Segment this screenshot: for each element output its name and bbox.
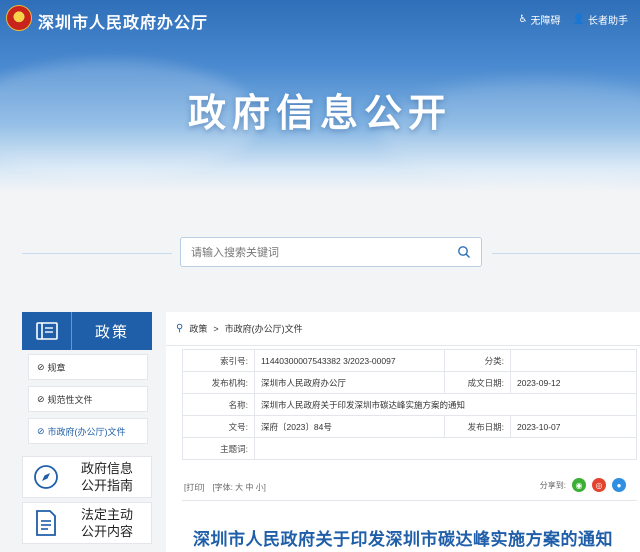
sidebar-block-line: 法定主动 xyxy=(80,507,133,522)
sidebar-block-guide[interactable]: 政府信息 公开指南 xyxy=(22,456,152,498)
sidebar-item-normative-docs[interactable]: ⊘ 规范性文件 xyxy=(28,386,148,412)
sidebar-block-line: 政府信息 xyxy=(80,461,133,476)
meta-label: 文号: xyxy=(182,415,255,438)
sidebar-item-label: 规范性文件 xyxy=(47,394,93,405)
sidebar-block-content[interactable]: 法定主动 公开内容 xyxy=(22,502,152,544)
link-icon: ⊘ xyxy=(37,393,45,404)
search-box xyxy=(180,237,482,267)
table-row: 主题词: xyxy=(182,437,637,460)
meta-label: 发布机构: xyxy=(182,371,255,394)
page-title: 政府信息公开 xyxy=(187,93,452,135)
meta-value xyxy=(510,349,637,372)
table-row: 索引号: 11440300007543382 3/2023-00097 分类: xyxy=(182,349,637,372)
breadcrumb-current[interactable]: 市政府(办公厅)文件 xyxy=(225,322,303,335)
meta-label: 成文日期: xyxy=(444,371,511,394)
elder-icon: 👤 xyxy=(572,14,585,25)
top-tools: ♿ 无障碍 👤 长者助手 xyxy=(519,12,628,27)
sidebar-block-line: 公开内容 xyxy=(80,524,133,539)
location-pin-icon: ⚲ xyxy=(176,323,184,334)
meta-value: 深圳市人民政府关于印发深圳市碳达峰实施方案的通知 xyxy=(254,393,637,416)
print-button[interactable]: [打印] xyxy=(184,482,204,493)
meta-label: 名称: xyxy=(182,393,255,416)
elder-mode-button[interactable]: 👤 长者助手 xyxy=(573,12,628,27)
book-icon xyxy=(22,312,72,350)
table-row: 发布机构: 深圳市人民政府办公厅 成文日期: 2023-09-12 xyxy=(182,371,637,394)
breadcrumb: ⚲ 政策 > 市政府(办公厅)文件 xyxy=(166,312,640,346)
sidebar-item-label: 市政府(办公厅)文件 xyxy=(47,426,126,437)
share-label: 分享到: xyxy=(539,480,566,490)
elder-mode-label: 长者助手 xyxy=(588,16,628,27)
meta-value: 深圳市人民政府办公厅 xyxy=(254,371,445,394)
meta-value: 11440300007543382 3/2023-00097 xyxy=(254,349,445,372)
sidebar-block-label: 法定主动 公开内容 xyxy=(69,506,151,540)
qq-icon[interactable]: ● xyxy=(612,478,626,492)
wechat-icon[interactable]: ◉ xyxy=(572,478,586,492)
national-emblem-icon xyxy=(6,5,32,31)
document-icon xyxy=(23,510,69,536)
weibo-icon[interactable]: ◎ xyxy=(592,478,606,492)
meta-value: 2023-09-12 xyxy=(510,371,637,394)
search-decor-line xyxy=(492,253,640,254)
sidebar-block-label: 政府信息 公开指南 xyxy=(69,460,151,494)
sidebar-block-line: 公开指南 xyxy=(80,478,133,493)
sidebar-item-municipal-docs[interactable]: ⊘ 市政府(办公厅)文件 xyxy=(28,418,148,444)
meta-label: 主题词: xyxy=(182,437,255,460)
share-bar: 分享到: ◉ ◎ ● xyxy=(540,478,626,492)
link-icon: ⊘ xyxy=(37,361,45,372)
meta-value: 2023-10-07 xyxy=(510,415,637,438)
link-icon: ⊘ xyxy=(37,425,45,436)
search-decor-line xyxy=(22,253,172,254)
accessibility-icon: ♿ xyxy=(518,14,528,25)
divider xyxy=(182,500,637,501)
breadcrumb-root[interactable]: 政策 xyxy=(189,322,207,335)
sidebar-item-label: 规章 xyxy=(47,362,66,373)
meta-label: 发布日期: xyxy=(444,415,511,438)
document-meta-table: 索引号: 11440300007543382 3/2023-00097 分类: … xyxy=(182,349,637,460)
barrier-free-label: 无障碍 xyxy=(530,16,561,27)
site-name[interactable]: 深圳市人民政府办公厅 xyxy=(38,9,208,33)
search-input[interactable] xyxy=(191,244,451,262)
sidebar-header-label: 政策 xyxy=(94,323,129,341)
meta-label: 索引号: xyxy=(182,349,255,372)
sidebar-item-regulations[interactable]: ⊘ 规章 xyxy=(28,354,148,380)
sidebar-header: 政策 xyxy=(22,312,152,350)
document-title: 深圳市人民政府关于印发深圳市碳达峰实施方案的通知 xyxy=(193,530,613,549)
meta-value: 深府〔2023〕84号 xyxy=(254,415,445,438)
table-row: 文号: 深府〔2023〕84号 发布日期: 2023-10-07 xyxy=(182,415,637,438)
table-row: 名称: 深圳市人民政府关于印发深圳市碳达峰实施方案的通知 xyxy=(182,393,637,416)
meta-value xyxy=(254,437,637,460)
header-banner: 深圳市人民政府办公厅 ♿ 无障碍 👤 长者助手 政府信息公开 xyxy=(0,0,640,192)
breadcrumb-separator: > xyxy=(213,323,219,334)
meta-label: 分类: xyxy=(444,349,511,372)
search-icon[interactable] xyxy=(457,245,471,259)
barrier-free-button[interactable]: ♿ 无障碍 xyxy=(519,12,561,27)
font-size-control[interactable]: [字体: 大 中 小] xyxy=(212,482,265,493)
top-bar: 深圳市人民政府办公厅 ♿ 无障碍 👤 长者助手 xyxy=(0,0,640,38)
compass-icon xyxy=(23,464,69,490)
document-actions: [打印] [字体: 大 中 小] xyxy=(184,482,266,493)
main-panel: ⚲ 政策 > 市政府(办公厅)文件 索引号: 11440300007543382… xyxy=(166,312,640,552)
